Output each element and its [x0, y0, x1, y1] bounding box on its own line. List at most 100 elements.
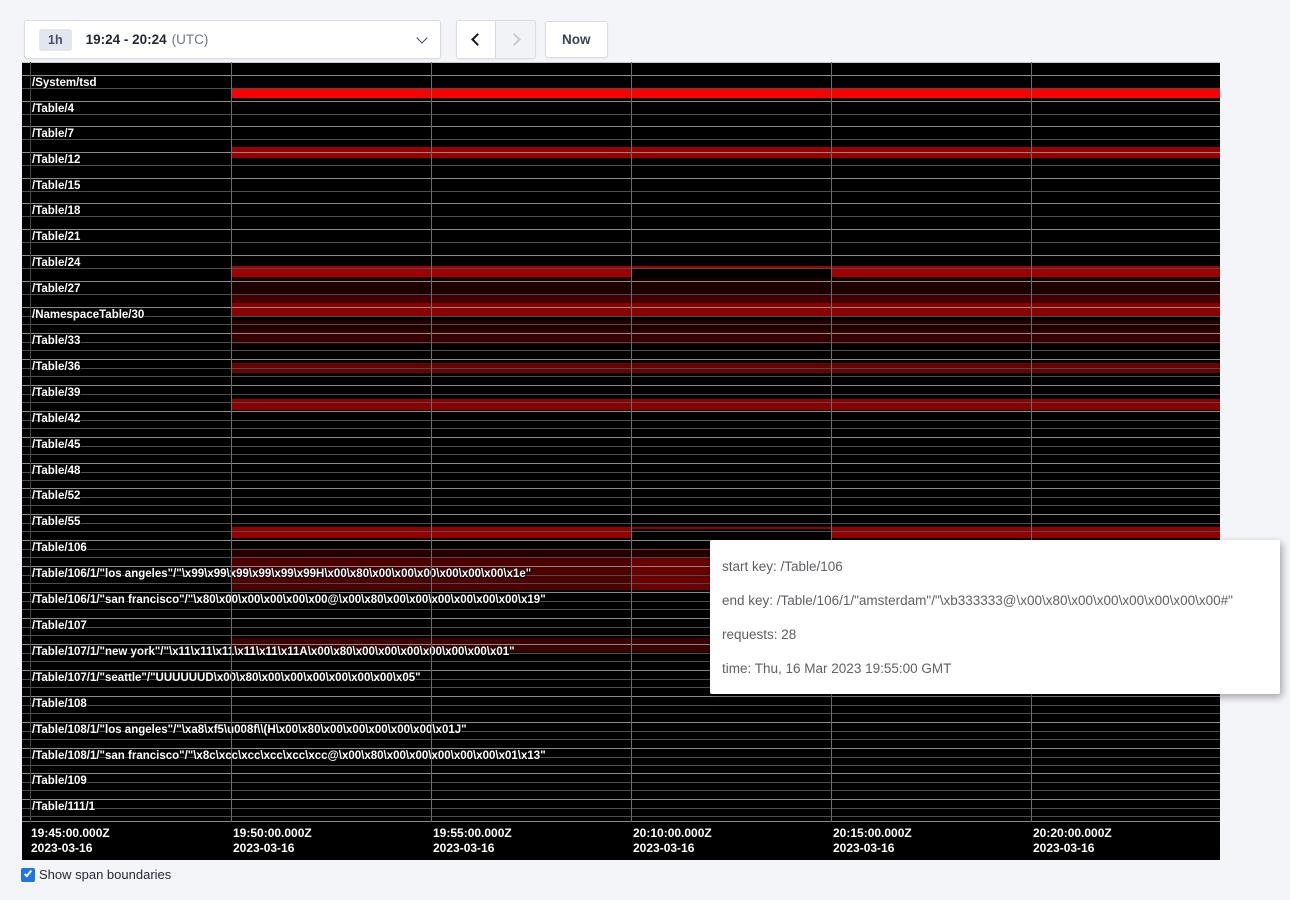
span-boundary-line	[22, 394, 1220, 395]
key-visualizer-canvas[interactable]: /System/tsd/Table/4/Table/7/Table/12/Tab…	[22, 62, 1220, 860]
axis-tick-label: 19:50:00.000Z2023-03-16	[233, 826, 312, 856]
time-gridline	[631, 62, 632, 822]
span-boundary-line	[22, 480, 1220, 481]
span-boundary-line	[22, 368, 1220, 369]
time-nav-group	[456, 20, 536, 59]
row-label: /Table/15	[32, 180, 80, 192]
span-boundary-line	[22, 178, 1220, 179]
cell-tooltip: start key: /Table/106 end key: /Table/10…	[710, 540, 1280, 694]
heatmap-band	[232, 303, 1220, 316]
row-label: /Table/42	[32, 413, 80, 425]
span-boundary-line	[22, 191, 1220, 192]
row-label: /Table/52	[32, 490, 80, 502]
row-label: /Table/109	[32, 775, 87, 787]
span-boundary-line	[22, 359, 1220, 360]
span-boundary-line	[22, 748, 1220, 749]
range-duration-badge: 1h	[39, 29, 72, 51]
span-boundary-line	[22, 505, 1220, 506]
row-label: /Table/45	[32, 439, 80, 451]
span-boundary-line	[22, 152, 1220, 153]
span-boundary-line	[22, 350, 1220, 351]
axis-tick-label: 20:15:00.000Z2023-03-16	[833, 826, 912, 856]
span-boundary-line	[22, 281, 1220, 282]
span-boundary-line	[22, 790, 1220, 791]
span-boundary-line	[22, 255, 1220, 256]
chevron-down-icon	[416, 32, 427, 43]
checkmark-icon	[23, 869, 31, 878]
time-range-select[interactable]: 1h 19:24 - 20:24 (UTC)	[24, 20, 441, 59]
span-boundary-line	[22, 165, 1220, 166]
row-label: /System/tsd	[32, 77, 97, 89]
axis-tick-label: 19:45:00.000Z2023-03-16	[31, 826, 110, 856]
span-boundary-line	[22, 385, 1220, 386]
row-label: /Table/33	[32, 335, 80, 347]
row-label: /Table/107	[32, 620, 87, 632]
range-timezone: (UTC)	[172, 32, 209, 47]
row-label: /Table/4	[32, 103, 74, 115]
span-boundary-line	[22, 229, 1220, 230]
time-gridline	[231, 62, 232, 822]
span-boundary-line	[22, 88, 1220, 89]
span-boundary-line	[22, 488, 1220, 489]
span-boundary-line	[22, 316, 1220, 317]
tooltip-start-key: start key: /Table/106	[722, 550, 1268, 584]
heatmap-plot[interactable]: /System/tsd/Table/4/Table/7/Table/12/Tab…	[22, 62, 1220, 822]
time-gridline	[831, 62, 832, 822]
prev-range-button[interactable]	[456, 20, 496, 59]
row-label: /Table/106	[32, 542, 87, 554]
row-label: /Table/111/1	[32, 801, 95, 813]
row-label: /Table/12	[32, 154, 80, 166]
row-label: /Table/55	[32, 516, 80, 528]
heatmap-band	[831, 527, 1220, 538]
span-boundary-line	[22, 472, 1220, 473]
chevron-left-icon	[471, 33, 484, 46]
row-label: /Table/24	[32, 257, 80, 269]
span-boundary-line	[22, 333, 1220, 334]
span-boundary-line	[22, 463, 1220, 464]
span-boundary-line	[22, 739, 1220, 740]
heatmap-band	[232, 88, 1220, 98]
span-boundary-line	[22, 514, 1220, 515]
row-label: /Table/48	[32, 465, 80, 477]
tooltip-end-key: end key: /Table/106/1/"amsterdam"/"\xb33…	[722, 584, 1268, 618]
now-button[interactable]: Now	[545, 21, 608, 58]
span-boundary-line	[22, 713, 1220, 714]
span-boundary-line	[22, 402, 1220, 403]
span-boundary-line	[22, 773, 1220, 774]
span-boundary-line	[22, 242, 1220, 243]
next-range-button[interactable]	[496, 20, 536, 59]
span-boundary-line	[22, 75, 1220, 76]
show-span-boundaries-toggle[interactable]: Show span boundaries	[21, 867, 171, 882]
checkbox-checked-icon[interactable]	[21, 868, 35, 882]
span-boundary-line	[22, 523, 1220, 524]
span-boundary-line	[22, 420, 1220, 421]
tooltip-requests: requests: 28	[722, 618, 1268, 652]
span-boundary-line	[22, 705, 1220, 706]
span-boundary-line	[22, 62, 1220, 63]
span-boundary-line	[22, 139, 1220, 140]
span-boundary-line	[22, 696, 1220, 697]
span-boundary-line	[22, 782, 1220, 783]
row-label: /Table/18	[32, 205, 80, 217]
row-label: /NamespaceTable/30	[32, 309, 144, 321]
span-boundary-line	[22, 799, 1220, 800]
time-gridline	[431, 62, 432, 822]
span-boundary-line	[22, 114, 1220, 115]
span-boundary-line	[22, 376, 1220, 377]
tooltip-time: time: Thu, 16 Mar 2023 19:55:00 GMT	[722, 652, 1268, 686]
row-label: /Table/108	[32, 698, 87, 710]
span-boundary-line	[22, 268, 1220, 269]
axis-tick-label: 20:20:00.000Z2023-03-16	[1033, 826, 1112, 856]
span-boundary-line	[22, 126, 1220, 127]
span-boundary-line	[22, 216, 1220, 217]
span-boundary-line	[22, 446, 1220, 447]
row-label: /Table/108/1/"los angeles"/"\xa8\xf5\u00…	[32, 724, 467, 736]
span-boundary-line	[22, 324, 1220, 325]
span-boundary-line	[22, 808, 1220, 809]
axis-tick-label: 20:10:00.000Z2023-03-16	[633, 826, 712, 856]
span-boundary-line	[22, 411, 1220, 412]
span-boundary-line	[22, 816, 1220, 817]
span-boundary-line	[22, 437, 1220, 438]
time-axis: 19:45:00.000Z2023-03-16 19:50:00.000Z2023…	[22, 822, 1220, 860]
time-gridline	[1031, 62, 1032, 822]
